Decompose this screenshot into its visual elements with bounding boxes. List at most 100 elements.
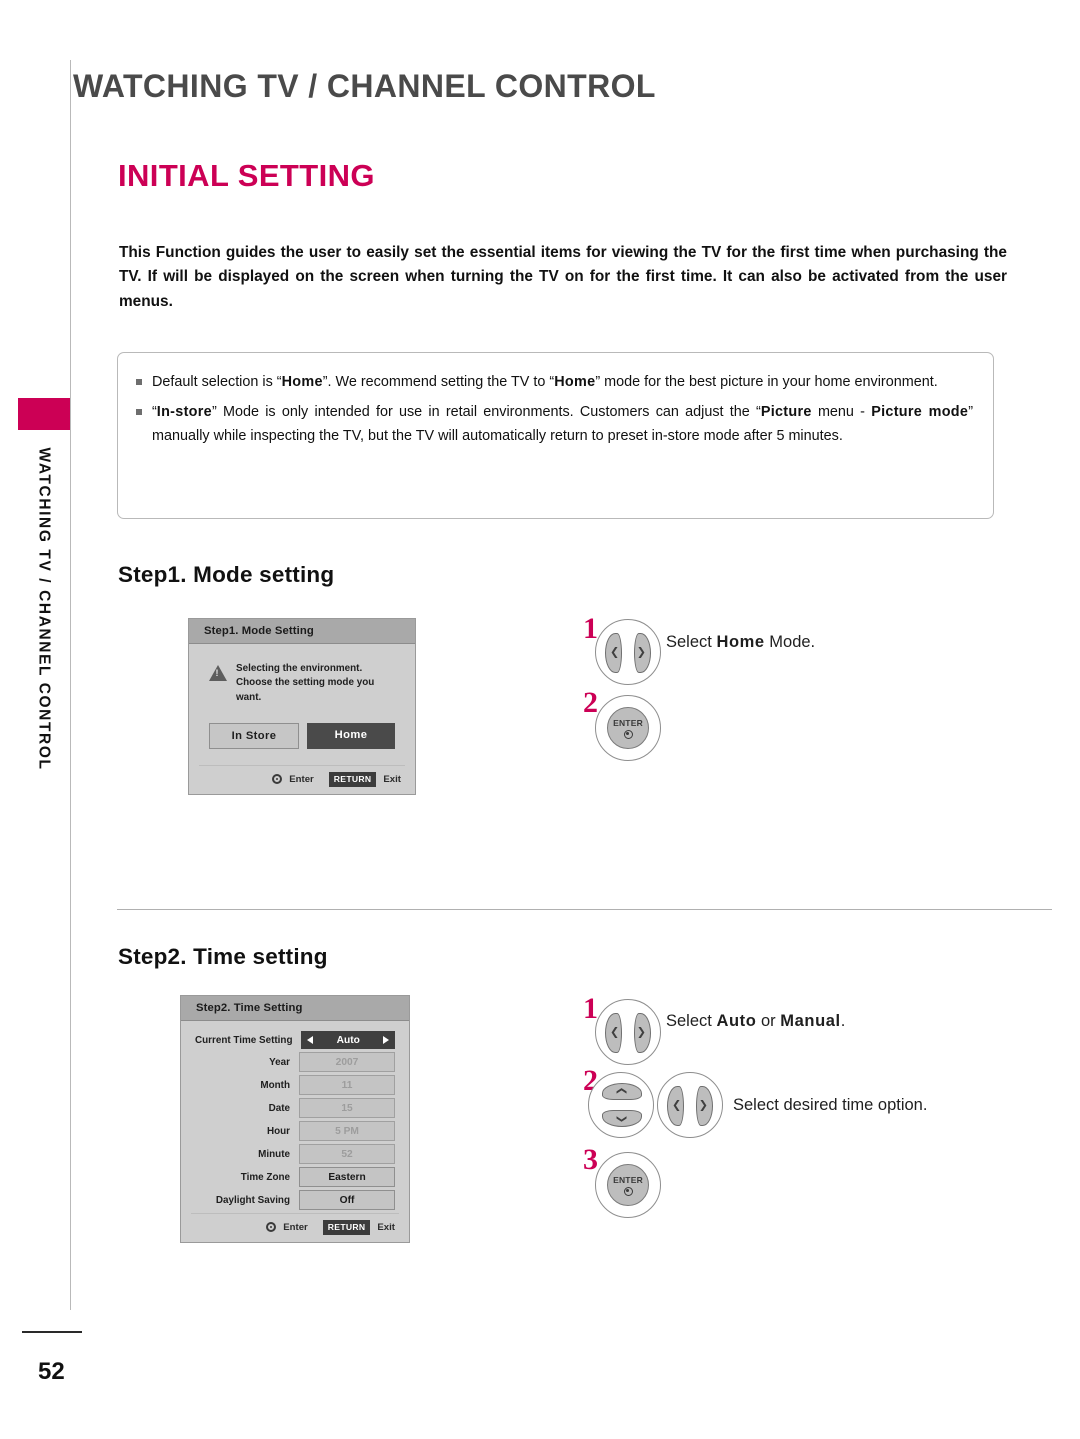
- left-right-key-icon[interactable]: ❮ ❯: [657, 1072, 723, 1138]
- osd-step1-warning-row: Selecting the environment. Choose the se…: [203, 654, 401, 705]
- note-emphasis: Home: [281, 374, 323, 390]
- row-label: Hour: [266, 1125, 290, 1137]
- footer-exit-label: Exit: [377, 1221, 395, 1233]
- note-item: “In-store” Mode is only intended for use…: [134, 401, 973, 448]
- note-emphasis: Home: [554, 374, 596, 390]
- osd-step1-body: Selecting the environment. Choose the se…: [189, 644, 415, 765]
- up-down-key-icon[interactable]: ❮ ❯: [588, 1072, 654, 1138]
- table-row: Time Zone Eastern: [195, 1167, 395, 1187]
- row-label: Daylight Saving: [215, 1194, 290, 1206]
- row-label: Year: [269, 1056, 290, 1068]
- page-title: INITIAL SETTING: [118, 158, 375, 193]
- instr-post: Mode.: [764, 633, 816, 651]
- footer-exit-label: Exit: [383, 773, 401, 785]
- osd-step1-title: Step1. Mode Setting: [189, 619, 415, 644]
- enter-key-inner: ENTER: [607, 707, 649, 749]
- note-text: Default selection is “: [152, 374, 282, 390]
- arrow-left-icon[interactable]: [307, 1036, 314, 1044]
- step1-marker-2: 2: [583, 686, 598, 719]
- note-item: Default selection is “Home”. We recommen…: [134, 371, 973, 394]
- enter-key-dot-icon: [623, 729, 633, 739]
- table-row: Month 11: [195, 1075, 395, 1095]
- instr-bold-manual: Manual: [780, 1012, 841, 1030]
- osd-panel-step2: Step2. Time Setting Current Time Setting…: [180, 995, 410, 1243]
- chevron-down-icon: ❯: [616, 1114, 627, 1124]
- osd-step1-footer: Enter RETURN Exit: [199, 765, 405, 794]
- arrow-right-icon[interactable]: [383, 1036, 389, 1044]
- instr-post: .: [840, 1012, 846, 1030]
- sidebar-color-tab: [18, 398, 70, 430]
- chevron-left-icon: ❮: [610, 645, 620, 659]
- chevron-right-icon: ❯: [636, 1025, 646, 1039]
- step2-instruction-1: Select Auto or Manual.: [666, 1012, 845, 1031]
- note-text: ”. We recommend setting the TV to “: [322, 374, 555, 390]
- row-value-year[interactable]: 2007: [299, 1052, 395, 1072]
- step1-heading: Step1. Mode setting: [118, 562, 335, 587]
- sidebar-vertical-rule: [70, 60, 71, 1310]
- osd-step2-body: Current Time Setting Auto Year 2007 Mont…: [181, 1021, 409, 1210]
- return-badge: RETURN: [328, 772, 377, 787]
- step2-instruction-2: Select desired time option.: [733, 1096, 928, 1114]
- chevron-right-icon: ❯: [698, 1098, 708, 1112]
- enter-key-icon[interactable]: ENTER: [595, 1152, 661, 1218]
- osd-step2-footer: Enter RETURN Exit: [191, 1213, 399, 1242]
- footer-enter-label: Enter: [289, 773, 314, 785]
- row-label: Time Zone: [240, 1171, 290, 1183]
- home-button[interactable]: Home: [307, 723, 395, 750]
- left-right-key-icon[interactable]: ❮ ❯: [595, 999, 661, 1065]
- enter-key-inner: ENTER: [607, 1164, 649, 1206]
- chevron-right-icon: ❯: [636, 645, 646, 659]
- step2-heading: Step2. Time setting: [118, 944, 328, 969]
- note-emphasis: Picture: [760, 404, 812, 421]
- section-divider: [117, 909, 1052, 910]
- row-value-date[interactable]: 15: [299, 1098, 395, 1118]
- step1-instruction-1: Select Home Mode.: [666, 633, 815, 652]
- osd-step1-mode-buttons: In Store Home: [203, 705, 401, 765]
- chevron-left-icon: ❮: [610, 1025, 620, 1039]
- in-store-button[interactable]: In Store: [209, 723, 299, 750]
- notes-box: Default selection is “Home”. We recommen…: [117, 352, 994, 519]
- row-value-hour[interactable]: 5 PM: [299, 1121, 395, 1141]
- instr-bold-auto: Auto: [716, 1012, 757, 1030]
- row-value-month[interactable]: 11: [299, 1075, 395, 1095]
- note-emphasis: Picture mode: [871, 404, 969, 421]
- chevron-left-icon: ❮: [672, 1098, 682, 1112]
- instr-bold: Home: [716, 633, 765, 651]
- table-row: Year 2007: [195, 1052, 395, 1072]
- table-row: Current Time Setting Auto: [195, 1031, 395, 1049]
- table-row: Daylight Saving Off: [195, 1190, 395, 1210]
- table-row: Minute 52: [195, 1144, 395, 1164]
- enter-dot-icon: [272, 774, 283, 785]
- chapter-title: WATCHING TV / CHANNEL CONTROL: [73, 68, 656, 104]
- instr-pre: Select: [666, 1012, 717, 1030]
- table-row: Hour 5 PM: [195, 1121, 395, 1141]
- row-value-minute[interactable]: 52: [299, 1144, 395, 1164]
- enter-dot-icon: [266, 1222, 277, 1233]
- osd-panel-step1: Step1. Mode Setting Selecting the enviro…: [188, 618, 416, 795]
- note-text: menu -: [811, 404, 872, 421]
- left-right-key-icon[interactable]: ❮ ❯: [595, 619, 661, 685]
- row-value-daylight-saving[interactable]: Off: [299, 1190, 395, 1210]
- note-text: ” mode for the best picture in your home…: [595, 374, 938, 390]
- warning-line-1: Selecting the environment.: [236, 663, 363, 674]
- osd-step1-warning-text: Selecting the environment. Choose the se…: [236, 662, 399, 705]
- sidebar-chapter-label: WATCHING TV / CHANNEL CONTROL: [18, 440, 70, 860]
- row-label: Minute: [258, 1148, 290, 1160]
- sidebar-chapter-label-text: WATCHING TV / CHANNEL CONTROL: [36, 447, 53, 771]
- note-text: ” Mode is only intended for use in retai…: [211, 404, 761, 421]
- instr-mid: or: [756, 1012, 781, 1030]
- intro-paragraph: This Function guides the user to easily …: [119, 244, 1007, 310]
- warning-triangle-icon: [209, 665, 227, 681]
- note-emphasis: In-store: [156, 404, 212, 421]
- row-value-time-zone[interactable]: Eastern: [299, 1167, 395, 1187]
- row-value-current-time-setting[interactable]: Auto: [301, 1031, 395, 1049]
- enter-key-dot-icon: [623, 1186, 633, 1196]
- footer-rule: [22, 1331, 82, 1333]
- chevron-up-icon: ❮: [616, 1086, 627, 1096]
- enter-key-label: ENTER: [613, 717, 643, 728]
- step2-marker-3: 3: [583, 1143, 598, 1176]
- enter-key-label: ENTER: [613, 1174, 643, 1185]
- enter-key-icon[interactable]: ENTER: [595, 695, 661, 761]
- warning-line-2: Choose the setting mode you want.: [236, 677, 375, 703]
- footer-enter-label: Enter: [283, 1221, 308, 1233]
